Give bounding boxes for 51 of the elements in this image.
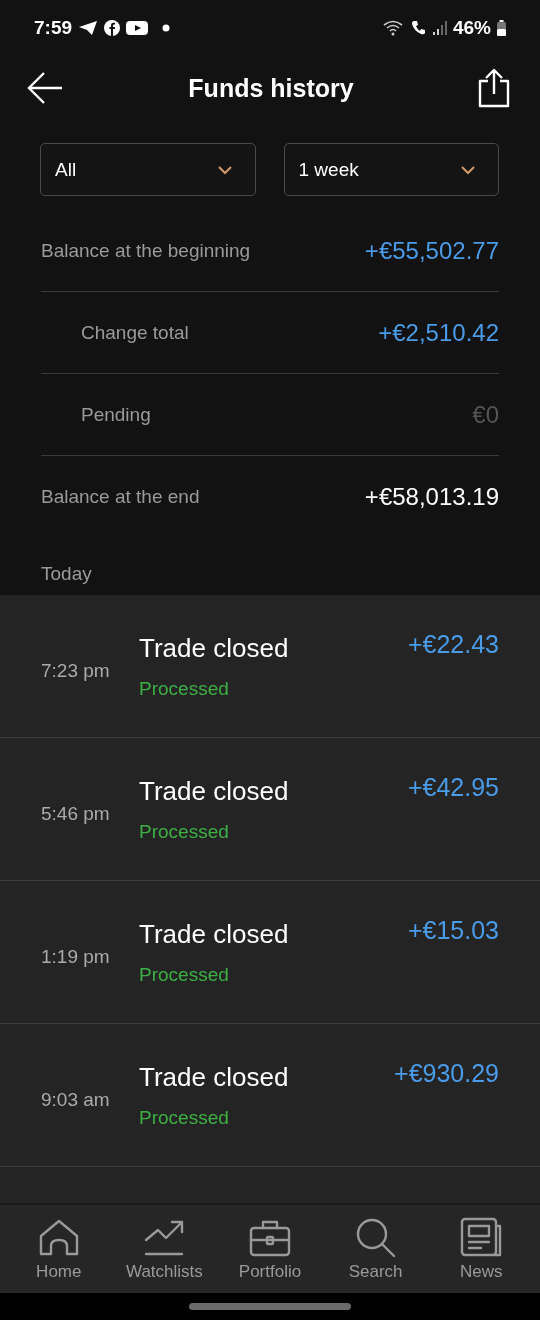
nav-tab[interactable]: Search	[325, 1205, 426, 1293]
wifi-icon	[382, 20, 405, 36]
battery-icon	[497, 20, 506, 36]
notification-dot-icon	[162, 24, 171, 32]
transaction-title: Trade closed	[139, 918, 290, 950]
video-icon	[126, 20, 149, 36]
transaction-title: Trade closed	[139, 632, 290, 664]
summary-label: Change total	[80, 321, 189, 344]
battery-percentage: 46%	[452, 17, 491, 39]
transaction-amount: +€42.95	[407, 773, 499, 802]
transaction-amount: +€22.43	[407, 630, 499, 659]
summary-value: +€58,013.19	[364, 482, 499, 511]
summary-value: +€2,510.42	[378, 318, 499, 347]
transaction-row[interactable]: 1:19 pm Trade closed Processed +€15.03	[0, 881, 540, 1024]
transaction-title: Trade closed	[139, 775, 290, 807]
summary-value: €0	[472, 400, 499, 429]
section-label: Today	[40, 562, 93, 586]
transaction-amount: +€930.29	[394, 1059, 499, 1088]
facebook-icon	[104, 20, 121, 36]
call-icon	[410, 20, 427, 36]
nav-tab[interactable]: Home	[8, 1205, 109, 1293]
page-title: Funds history	[188, 73, 354, 103]
transaction-row[interactable]: 7:23 pm Trade closed Processed +€22.43	[0, 595, 540, 738]
transaction-title: Trade closed	[139, 1061, 290, 1093]
filter-dropdown[interactable]: All	[40, 143, 256, 196]
filter-dropdown[interactable]: 1 week	[283, 143, 499, 196]
summary-label: Balance at the end	[41, 485, 200, 508]
send-icon	[78, 20, 99, 36]
signal-icon	[432, 20, 447, 36]
transaction-status: Processed	[139, 677, 230, 700]
nav-tab[interactable]: News	[431, 1205, 532, 1293]
transaction-row[interactable]: 9:03 am Trade closed Processed +€930.29	[0, 1024, 540, 1167]
transaction-time: 7:23 pm	[41, 659, 111, 682]
nav-tab[interactable]: Watchlists	[114, 1205, 215, 1293]
chevron-down-icon	[460, 164, 476, 175]
status-time: 7:59	[34, 17, 73, 39]
nav-tab[interactable]: Portfolio	[220, 1205, 320, 1293]
summary-value: +€55,502.77	[364, 236, 499, 265]
transaction-time: 5:46 pm	[41, 802, 111, 825]
transaction-amount: +€15.03	[407, 916, 499, 945]
transaction-status: Processed	[139, 820, 230, 843]
transaction-status: Processed	[139, 1106, 230, 1129]
transaction-time: 1:19 pm	[41, 945, 111, 968]
share-icon[interactable]	[478, 68, 510, 108]
transaction-status: Processed	[139, 963, 230, 986]
transaction-row[interactable]: 5:46 pm Trade closed Processed +€42.95	[0, 738, 540, 881]
transaction-time: 9:03 am	[41, 1088, 111, 1111]
summary-label: Pending	[80, 403, 151, 426]
back-arrow-icon[interactable]	[26, 71, 64, 105]
chevron-down-icon	[216, 164, 233, 175]
summary-label: Balance at the beginning	[41, 239, 251, 262]
